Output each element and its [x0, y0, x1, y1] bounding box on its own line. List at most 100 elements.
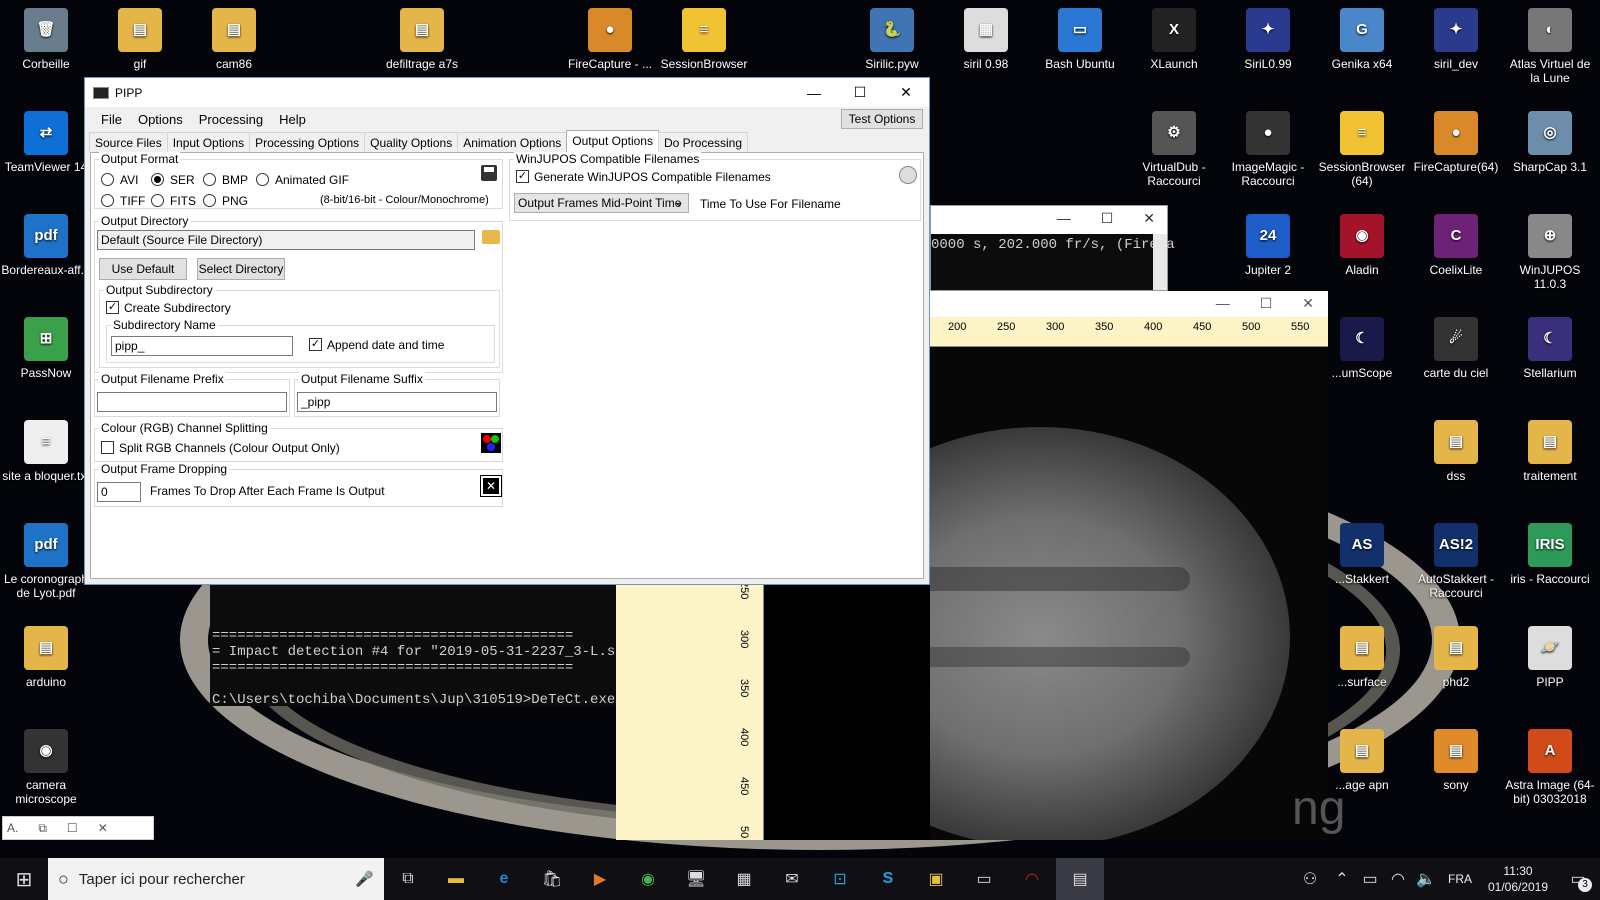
desktop-icon[interactable]: 24 Jupiter 2 [1222, 206, 1314, 277]
desktop-icon[interactable]: ✦ siril_dev [1410, 0, 1502, 71]
store-icon[interactable]: 🛍 [528, 858, 576, 900]
pipp-task-icon[interactable]: ▤ [1056, 858, 1104, 900]
desktop-icon[interactable]: ◎ SharpCap 3.1 [1504, 103, 1596, 174]
restore-icon[interactable]: ⧉ [38, 821, 47, 836]
desktop-icon[interactable]: ◉ Aladin [1316, 206, 1408, 277]
capture-icon[interactable]: ⊡ [816, 858, 864, 900]
people-icon[interactable]: ⚇ [1292, 858, 1328, 900]
close-button[interactable]: ✕ [883, 78, 929, 107]
menu-processing[interactable]: Processing [191, 112, 271, 127]
edge-icon[interactable]: e [480, 858, 528, 900]
maximize-icon[interactable]: ☐ [67, 821, 78, 835]
desktop-icon[interactable]: G Genika x64 [1316, 0, 1408, 71]
aladin-task-icon[interactable]: ◠ [1008, 858, 1056, 900]
radio-bmp[interactable] [203, 173, 216, 186]
desktop-icon[interactable]: ● FireCapture - ... [564, 0, 656, 71]
split-rgb-checkbox[interactable] [101, 441, 114, 454]
maximize-button[interactable]: ☐ [837, 78, 883, 107]
filename-suffix-input[interactable]: _pipp [297, 392, 497, 412]
desktop-icon[interactable]: ▤ dss [1410, 412, 1502, 483]
time-select[interactable]: Output Frames Mid-Point Time ⌄ [514, 193, 689, 213]
radio-tiff[interactable] [101, 194, 114, 207]
calculator-icon[interactable]: ▦ [720, 858, 768, 900]
desktop-icon[interactable]: A Astra Image (64-bit) 03032018 [1504, 721, 1596, 806]
file-explorer-icon[interactable]: ▬ [432, 858, 480, 900]
network-app-icon[interactable]: 🖥 [672, 858, 720, 900]
desktop-icon[interactable]: ◉ camera microscope [0, 721, 92, 806]
tab-animation-options[interactable]: Animation Options [457, 132, 568, 152]
chrome-icon[interactable]: ◉ [624, 858, 672, 900]
desktop-icon[interactable]: 🪐 PIPP [1504, 618, 1596, 689]
desktop-icon[interactable]: ⚙ VirtualDub - Raccourci [1128, 103, 1220, 188]
tab-processing-options[interactable]: Processing Options [249, 132, 366, 152]
desktop-icon[interactable]: AS!2 AutoStakkert - Raccourci [1410, 515, 1502, 600]
clock[interactable]: 11:30 01/06/2019 [1480, 863, 1556, 895]
select-directory-button[interactable]: Select Directory [197, 258, 285, 280]
desktop-icon[interactable]: ☾ Stellarium [1504, 309, 1596, 380]
desktop-icon[interactable]: 🐍 Sirilic.pyw [846, 0, 938, 71]
desktop-icon[interactable]: ⊞ PassNow [0, 309, 92, 380]
radio-png[interactable] [203, 194, 216, 207]
volume-icon[interactable]: 🔈 [1412, 858, 1440, 900]
menu-help[interactable]: Help [271, 112, 314, 127]
search-box[interactable]: ○ Taper ici pour rechercher 🎤 [48, 858, 384, 900]
chevron-up-icon[interactable]: ⌃ [1328, 858, 1356, 900]
winjupos-checkbox[interactable]: ✓ [516, 170, 529, 183]
folder-icon[interactable] [482, 230, 500, 244]
desktop-icon[interactable]: ▤ defiltrage a7s [376, 0, 468, 71]
desktop-icon[interactable]: pdf Bordereaux-aff... [0, 206, 92, 277]
windows-start-icon[interactable]: ⊞ [0, 858, 48, 900]
radio-animated-gif[interactable] [256, 173, 269, 186]
tab-quality-options[interactable]: Quality Options [364, 132, 459, 152]
test-options-button[interactable]: Test Options [841, 109, 923, 129]
desktop-icon[interactable]: ▦ siril 0.98 [940, 0, 1032, 71]
mail-icon[interactable]: ✉ [768, 858, 816, 900]
radio-avi[interactable] [101, 173, 114, 186]
firecapture-task-icon[interactable]: ▣ [912, 858, 960, 900]
battery-icon[interactable]: ▭ [1356, 858, 1384, 900]
subdirectory-name-input[interactable]: pipp_ [111, 336, 293, 356]
notification-icon[interactable]: ▭ 3 [1556, 858, 1600, 900]
desktop-icon[interactable]: ☾ ...umScope [1316, 309, 1408, 380]
desktop-icon[interactable]: ▤ gif [94, 0, 186, 71]
task-view-icon[interactable]: ⧉ [384, 858, 432, 900]
desktop-icon[interactable]: ⊕ WinJUPOS 11.0.3 [1504, 206, 1596, 291]
desktop-icon[interactable]: ◐ Atlas Virtuel de la Lune [1504, 0, 1596, 85]
radio-fits[interactable] [151, 194, 164, 207]
desktop-icon[interactable]: ≡ SessionBrowser [658, 0, 750, 71]
desktop-icon[interactable]: ✦ SiriL0.99 [1222, 0, 1314, 71]
desktop-icon[interactable]: ▭ Bash Ubuntu [1034, 0, 1126, 71]
desktop-icon[interactable]: ▤ arduino [0, 618, 92, 689]
tab-input-options[interactable]: Input Options [166, 132, 251, 152]
frames-to-drop-stepper[interactable]: 0 [97, 482, 141, 502]
desktop-icon[interactable]: C CoelixLite [1410, 206, 1502, 277]
filename-prefix-input[interactable] [97, 392, 287, 412]
desktop-icon[interactable]: AS ...Stakkert [1316, 515, 1408, 586]
desktop-icon[interactable]: IRIS iris - Raccourci [1504, 515, 1596, 586]
output-directory-field[interactable]: Default (Source File Directory) [97, 230, 475, 250]
desktop-icon[interactable]: ▤ sony [1410, 721, 1502, 792]
radio-ser[interactable] [151, 173, 164, 186]
terminal-task-icon[interactable]: ▭ [960, 858, 1008, 900]
desktop-icon[interactable]: pdf Le coronograph de Lyot.pdf [0, 515, 92, 600]
mini-window[interactable]: A. ⧉ ☐ ✕ [2, 816, 154, 840]
minimize-icon[interactable]: — [1216, 295, 1230, 313]
skype-icon[interactable]: S [864, 858, 912, 900]
desktop-icon[interactable]: 🗑 Corbeille [0, 0, 92, 71]
close-icon[interactable]: ✕ [1143, 210, 1155, 230]
tab-source-files[interactable]: Source Files [89, 132, 168, 152]
maximize-icon[interactable]: ☐ [1101, 210, 1114, 230]
close-icon[interactable]: ✕ [98, 821, 108, 835]
desktop-icon[interactable]: ▤ cam86 [188, 0, 280, 71]
media-player-icon[interactable]: ▶ [576, 858, 624, 900]
desktop-icon[interactable]: ▤ traitement [1504, 412, 1596, 483]
language-indicator[interactable]: FRA [1440, 872, 1480, 886]
menu-options[interactable]: Options [130, 112, 191, 127]
create-subdirectory-checkbox[interactable]: ✓ [106, 301, 119, 314]
tab-do-processing[interactable]: Do Processing [657, 132, 749, 152]
desktop-icon[interactable]: ● ImageMagic - Raccourci [1222, 103, 1314, 188]
minimize-button[interactable]: — [791, 78, 837, 107]
wifi-icon[interactable]: ◠ [1384, 858, 1412, 900]
desktop-icon[interactable]: X XLaunch [1128, 0, 1220, 71]
use-default-button[interactable]: Use Default [99, 258, 187, 280]
